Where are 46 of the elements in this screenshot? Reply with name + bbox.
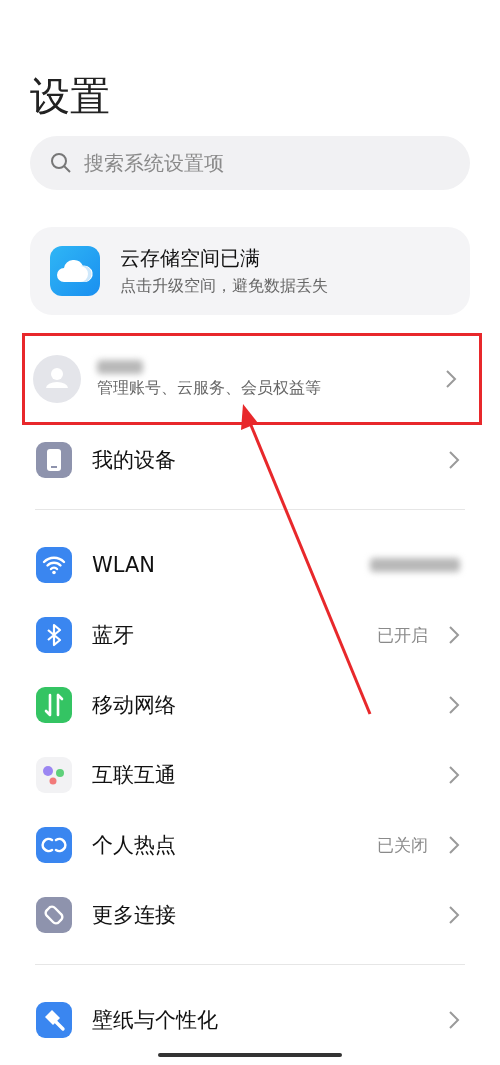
wifi-icon xyxy=(36,547,72,583)
settings-row[interactable]: WLAN xyxy=(30,530,470,600)
account-row[interactable]: 管理账号、云服务、会员权益等 xyxy=(22,333,482,425)
blurred-name xyxy=(97,359,143,374)
card-title: 云存储空间已满 xyxy=(120,245,261,272)
settings-row[interactable]: 互联互通 xyxy=(30,740,470,810)
link-icon xyxy=(36,827,72,863)
chevron-icon xyxy=(448,695,460,715)
cloud-icon xyxy=(50,246,100,296)
cloud-storage-card[interactable]: 云存储空间已满 点击升级空间，避免数据丢失 xyxy=(30,227,470,315)
row-label: 个人热点 xyxy=(92,832,177,858)
row-value: 已关闭 xyxy=(377,833,428,857)
settings-row[interactable]: 更多连接 xyxy=(30,880,470,950)
bluetooth-icon xyxy=(36,617,72,653)
chevron-icon xyxy=(448,1010,460,1030)
search-input[interactable]: 搜索系统设置项 xyxy=(82,150,450,176)
row-value: 已开启 xyxy=(377,623,428,647)
search-field[interactable]: 搜索系统设置项 xyxy=(30,136,470,190)
row-label: 壁纸与个性化 xyxy=(92,1007,219,1033)
row-label: 移动网络 xyxy=(92,692,177,718)
settings-row[interactable]: 移动网络 xyxy=(30,670,470,740)
chevron-icon xyxy=(448,905,460,925)
settings-row[interactable]: 蓝牙 已开启 xyxy=(30,600,470,670)
avatar-icon xyxy=(33,355,81,403)
search-icon xyxy=(50,152,72,174)
chevron-icon xyxy=(448,765,460,785)
data-arrows-icon xyxy=(36,687,72,723)
phone-icon xyxy=(36,442,72,478)
chevron-icon xyxy=(448,450,460,470)
settings-row[interactable]: 壁纸与个性化 xyxy=(30,985,470,1055)
page-title: 设置 xyxy=(30,72,111,121)
chain-icon xyxy=(36,897,72,933)
row-label: 互联互通 xyxy=(92,762,177,788)
row-label: 我的设备 xyxy=(92,447,177,473)
row-label: WLAN xyxy=(92,552,157,578)
chevron-icon xyxy=(448,625,460,645)
brush-icon xyxy=(36,1002,72,1038)
chevron-icon xyxy=(448,835,460,855)
card-subtitle: 点击升级空间，避免数据丢失 xyxy=(120,276,329,297)
row-label: 更多连接 xyxy=(92,902,177,928)
settings-row[interactable]: 我的设备 xyxy=(30,425,470,495)
chevron-icon xyxy=(445,369,457,389)
account-subtitle: 管理账号、云服务、会员权益等 xyxy=(97,377,322,399)
dots-icon xyxy=(36,757,72,793)
row-label: 蓝牙 xyxy=(92,622,135,648)
settings-row[interactable]: 个人热点 已关闭 xyxy=(30,810,470,880)
